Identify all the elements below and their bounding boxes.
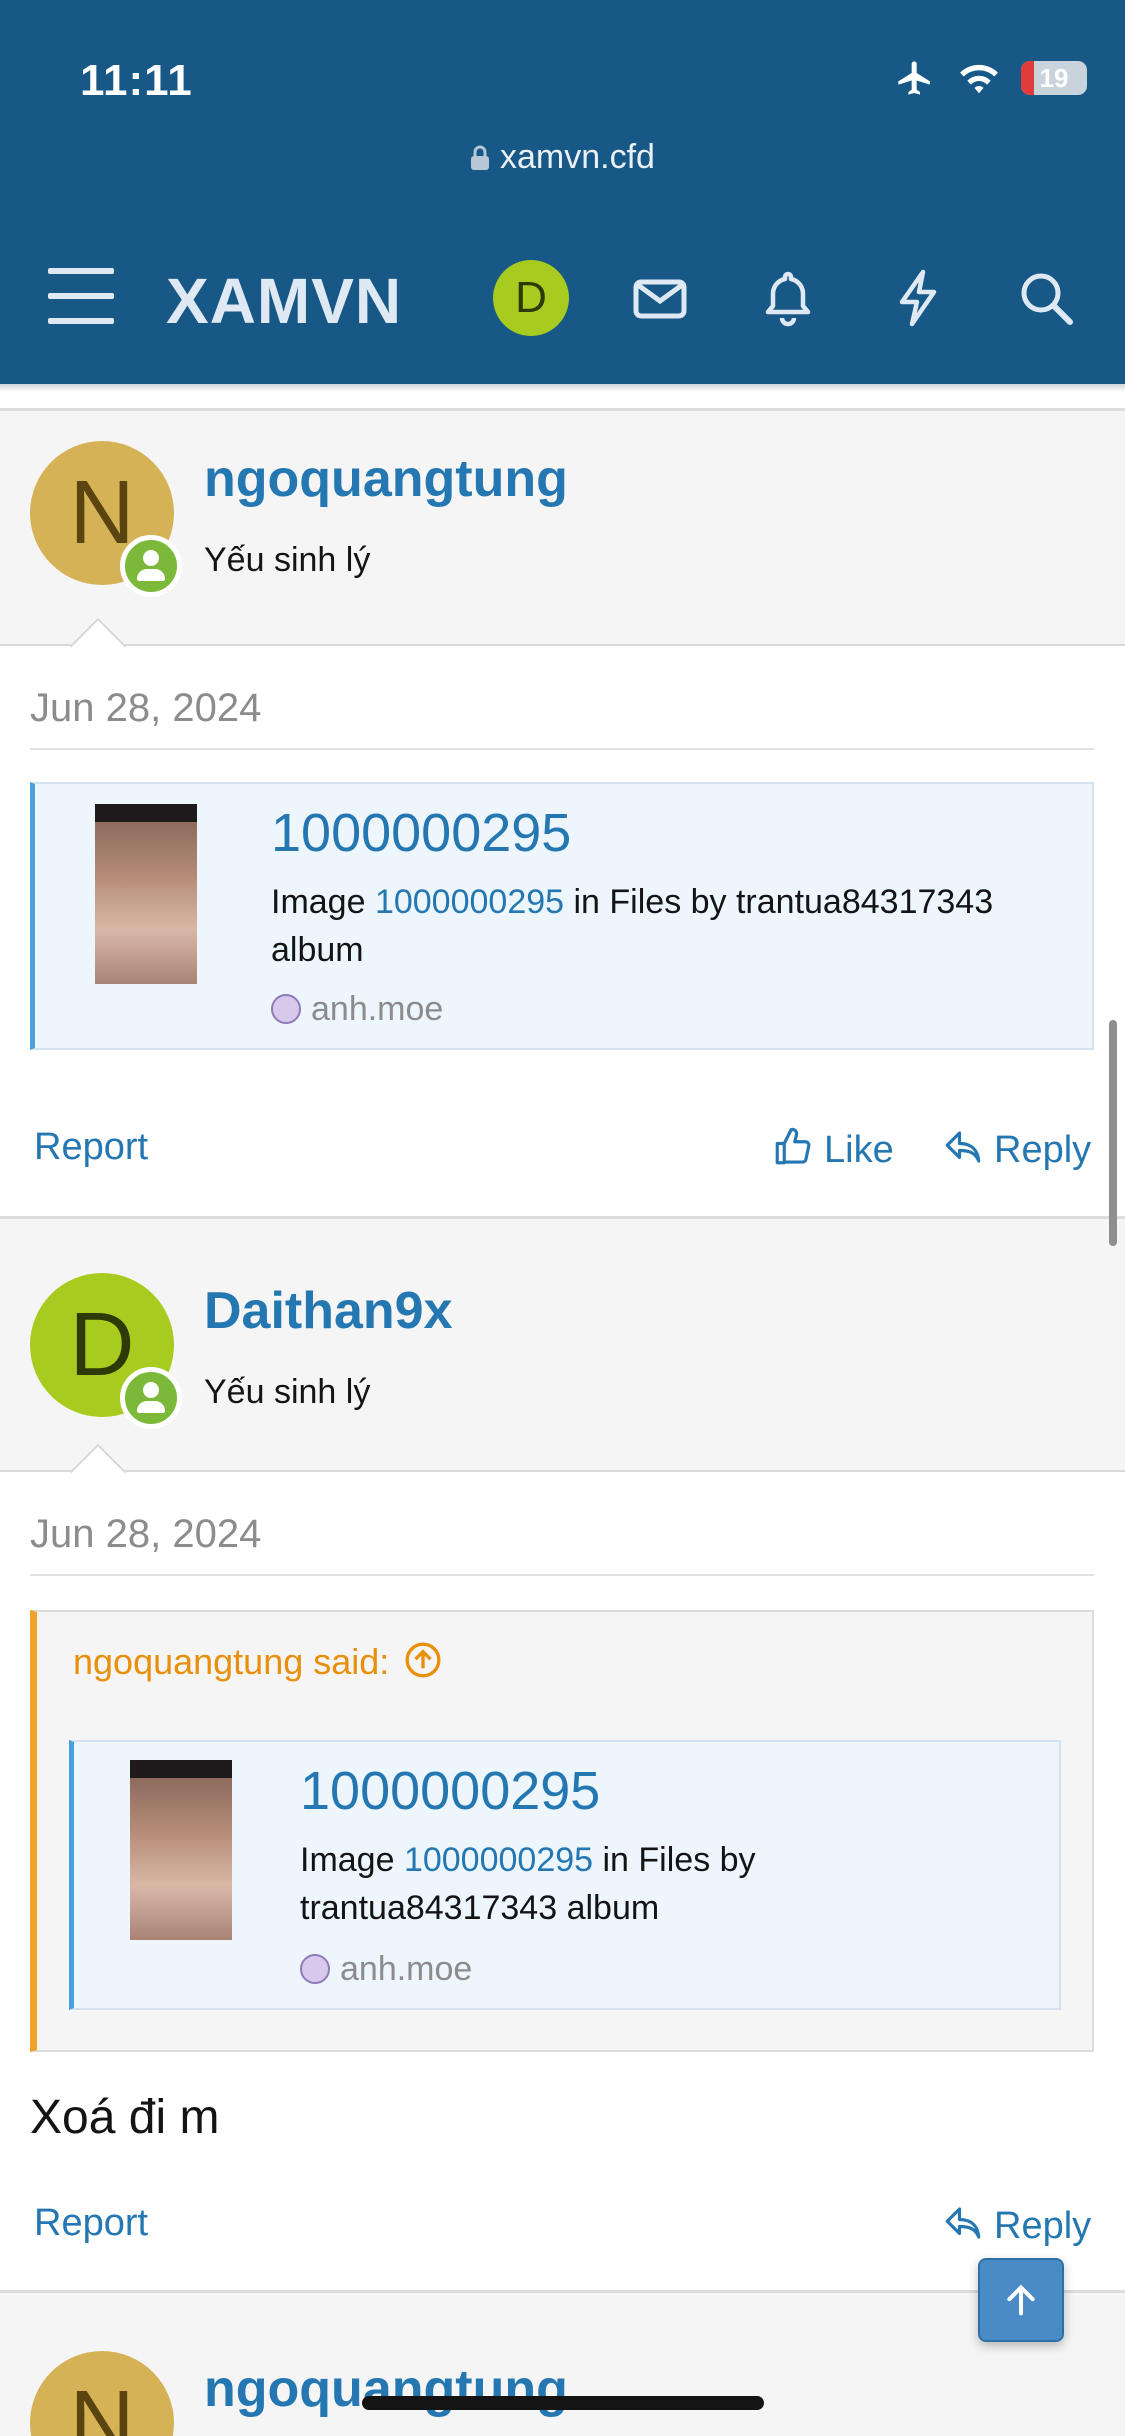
avatar-letter: N — [69, 2372, 135, 2436]
post-user-header: N ngoquangtung — [0, 2290, 1125, 2436]
reply-icon — [945, 1131, 981, 1163]
status-time: 11:11 — [80, 56, 193, 105]
embed-site: anh.moe — [300, 1950, 472, 1989]
arrow-up-circle-icon[interactable] — [403, 1640, 443, 1680]
status-icons: 19 — [893, 58, 1087, 98]
inbox-icon[interactable] — [630, 268, 690, 328]
home-indicator[interactable] — [362, 2396, 764, 2410]
online-status-icon — [120, 1367, 182, 1429]
embed-description: Image 1000000295 in Files by trantua8431… — [300, 1841, 756, 1927]
username-link[interactable]: ngoquangtung — [204, 2359, 568, 2419]
user-title: Yếu sinh lý — [204, 1373, 371, 1411]
quote-block: ngoquangtung said: 1000000295 Image 1000… — [30, 1610, 1094, 2052]
search-icon[interactable] — [1016, 268, 1076, 328]
link-embed[interactable]: 1000000295 Image 1000000295 in Files by … — [30, 782, 1094, 1050]
site-logo[interactable]: XAMVN — [166, 264, 402, 338]
username-link[interactable]: ngoquangtung — [204, 449, 568, 509]
embed-thumbnail[interactable] — [130, 1760, 232, 1940]
lock-icon — [471, 145, 490, 170]
post-user-header: N ngoquangtung Yếu sinh lý — [0, 408, 1125, 675]
bell-icon[interactable] — [758, 268, 818, 328]
app-header: 11:11 19 xamvn.cfd XAMVN D — [0, 0, 1125, 384]
header-shadow — [0, 384, 1125, 392]
report-link[interactable]: Report — [34, 1126, 148, 1169]
online-status-icon — [120, 535, 182, 597]
reply-icon — [945, 2207, 981, 2239]
header-notch — [69, 617, 127, 675]
embed-description: Image 1000000295 in Files by trantua8431… — [271, 883, 994, 969]
lightning-icon[interactable] — [888, 268, 948, 328]
post-date[interactable]: Jun 28, 2024 — [30, 1512, 261, 1557]
wifi-icon — [960, 64, 998, 94]
header-notch — [69, 1443, 127, 1501]
battery-icon: 19 — [1021, 61, 1087, 95]
link-embed[interactable]: 1000000295 Image 1000000295 in Files by … — [69, 1740, 1061, 2010]
report-link[interactable]: Report — [34, 2202, 148, 2245]
embed-thumbnail[interactable] — [95, 804, 197, 984]
embed-description-link[interactable]: 1000000295 — [375, 883, 564, 921]
post-date[interactable]: Jun 28, 2024 — [30, 686, 261, 731]
scroll-to-top-button[interactable] — [978, 2258, 1064, 2342]
post-message: Xoá đi m — [30, 2091, 220, 2144]
nav-bar: XAMVN D — [0, 250, 1125, 346]
embed-title[interactable]: 1000000295 — [271, 802, 571, 864]
account-avatar[interactable]: D — [493, 260, 569, 336]
site-favicon-icon — [271, 994, 301, 1024]
url-bar[interactable]: xamvn.cfd — [0, 138, 1125, 177]
post-user-header: D Daithan9x Yếu sinh lý — [0, 1216, 1125, 1501]
airplane-icon — [898, 61, 930, 95]
scrollbar[interactable] — [1109, 1020, 1117, 1246]
username-link[interactable]: Daithan9x — [204, 1281, 453, 1341]
thumbs-up-icon — [775, 1127, 811, 1165]
reply-button[interactable]: Reply — [942, 2202, 1091, 2248]
embed-description-link[interactable]: 1000000295 — [404, 1841, 593, 1879]
user-title: Yếu sinh lý — [204, 541, 371, 579]
quote-attribution[interactable]: ngoquangtung said: — [73, 1640, 443, 1683]
menu-button[interactable] — [48, 268, 114, 328]
divider — [30, 1574, 1094, 1576]
site-favicon-icon — [300, 1954, 330, 1984]
reply-button[interactable]: Reply — [942, 1126, 1091, 1172]
url-text: xamvn.cfd — [500, 138, 655, 176]
user-avatar[interactable]: N — [30, 2351, 174, 2436]
user-avatar[interactable]: D — [30, 1273, 182, 1429]
user-avatar[interactable]: N — [30, 441, 182, 597]
arrow-up-icon — [1007, 2284, 1035, 2316]
embed-title[interactable]: 1000000295 — [300, 1760, 600, 1822]
embed-site: anh.moe — [271, 990, 443, 1029]
divider — [30, 748, 1094, 750]
battery-level: 19 — [1039, 62, 1069, 93]
like-button[interactable]: Like — [772, 1126, 894, 1172]
